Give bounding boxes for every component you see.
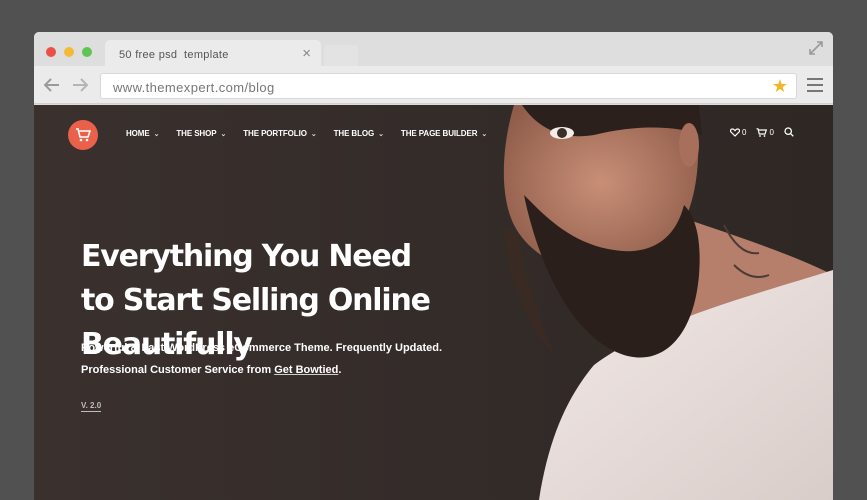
close-window-dot[interactable]: [46, 47, 56, 57]
tab-title: 50 free psd template: [119, 49, 229, 61]
browser-toolbar: www.themexpert.com/blog ★: [34, 66, 833, 104]
zoom-window-dot[interactable]: [82, 47, 92, 57]
new-tab-button[interactable]: [324, 45, 358, 66]
hamburger-menu-icon[interactable]: [807, 78, 823, 92]
version-label[interactable]: V. 2.0: [81, 401, 102, 412]
forward-arrow-icon[interactable]: [72, 78, 88, 92]
hero-heading-line-1: Everything You Need: [81, 239, 412, 274]
hero-subtitle: Powerful & Fast WordPress eCommerce Them…: [81, 337, 501, 381]
cart-button[interactable]: 0: [756, 127, 774, 137]
minimize-window-dot[interactable]: [64, 47, 74, 57]
tab-close-icon[interactable]: ×: [302, 45, 311, 63]
title-bar: 50 free psd template ×: [34, 32, 833, 68]
url-text[interactable]: www.themexpert.com/blog: [113, 80, 275, 95]
web-page: HOME ⌄ THE SHOP ⌄ THE PORTFOLIO ⌄ THE BLOG ⌄…: [34, 105, 833, 500]
browser-tab[interactable]: 50 free psd template ×: [105, 40, 321, 68]
search-button[interactable]: [784, 127, 796, 137]
cart-count: 0: [769, 127, 774, 137]
shop-logo[interactable]: [68, 120, 98, 150]
hero-subtitle-period: .: [338, 364, 342, 376]
wishlist-count: 0: [742, 127, 747, 137]
heart-icon: [730, 127, 740, 137]
wishlist-button[interactable]: 0: [730, 128, 746, 137]
search-icon: [784, 127, 794, 137]
expand-icon[interactable]: [809, 41, 823, 55]
cart-icon: [76, 128, 91, 142]
chevron-down-icon: ⌄: [481, 131, 488, 138]
main-navigation: HOME ⌄ THE SHOP ⌄ THE PORTFOLIO ⌄ THE BLOG ⌄…: [126, 129, 504, 138]
hero-subtitle-line-2: Professional Customer Service from Get B…: [81, 359, 501, 381]
nav-item-the-blog[interactable]: THE BLOG ⌄: [334, 129, 384, 138]
back-arrow-icon[interactable]: [44, 78, 60, 92]
browser-window: 50 free psd template × www.themexpert.co…: [34, 32, 833, 500]
header-actions: 0 0: [730, 127, 806, 137]
chevron-down-icon: ⌄: [153, 131, 160, 138]
address-bar[interactable]: www.themexpert.com/blog ★: [100, 73, 797, 99]
cart-icon: [756, 127, 768, 137]
nav-item-the-page-builder[interactable]: THE PAGE BUILDER ⌄: [401, 129, 487, 138]
nav-item-the-shop[interactable]: THE SHOP ⌄: [176, 129, 226, 138]
get-bowtied-link[interactable]: Get Bowtied: [274, 364, 338, 376]
chevron-down-icon: ⌄: [378, 131, 384, 138]
hero-subtitle-line-1: Powerful & Fast WordPress eCommerce Them…: [81, 342, 443, 354]
nav-item-home[interactable]: HOME ⌄: [126, 129, 159, 138]
nav-item-the-portfolio[interactable]: THE PORTFOLIO ⌄: [243, 129, 316, 138]
star-icon[interactable]: ★: [772, 77, 788, 95]
chevron-down-icon: ⌄: [310, 131, 317, 138]
chevron-down-icon: ⌄: [220, 131, 227, 138]
hero-subtitle-text: Professional Customer Service from: [81, 364, 275, 376]
